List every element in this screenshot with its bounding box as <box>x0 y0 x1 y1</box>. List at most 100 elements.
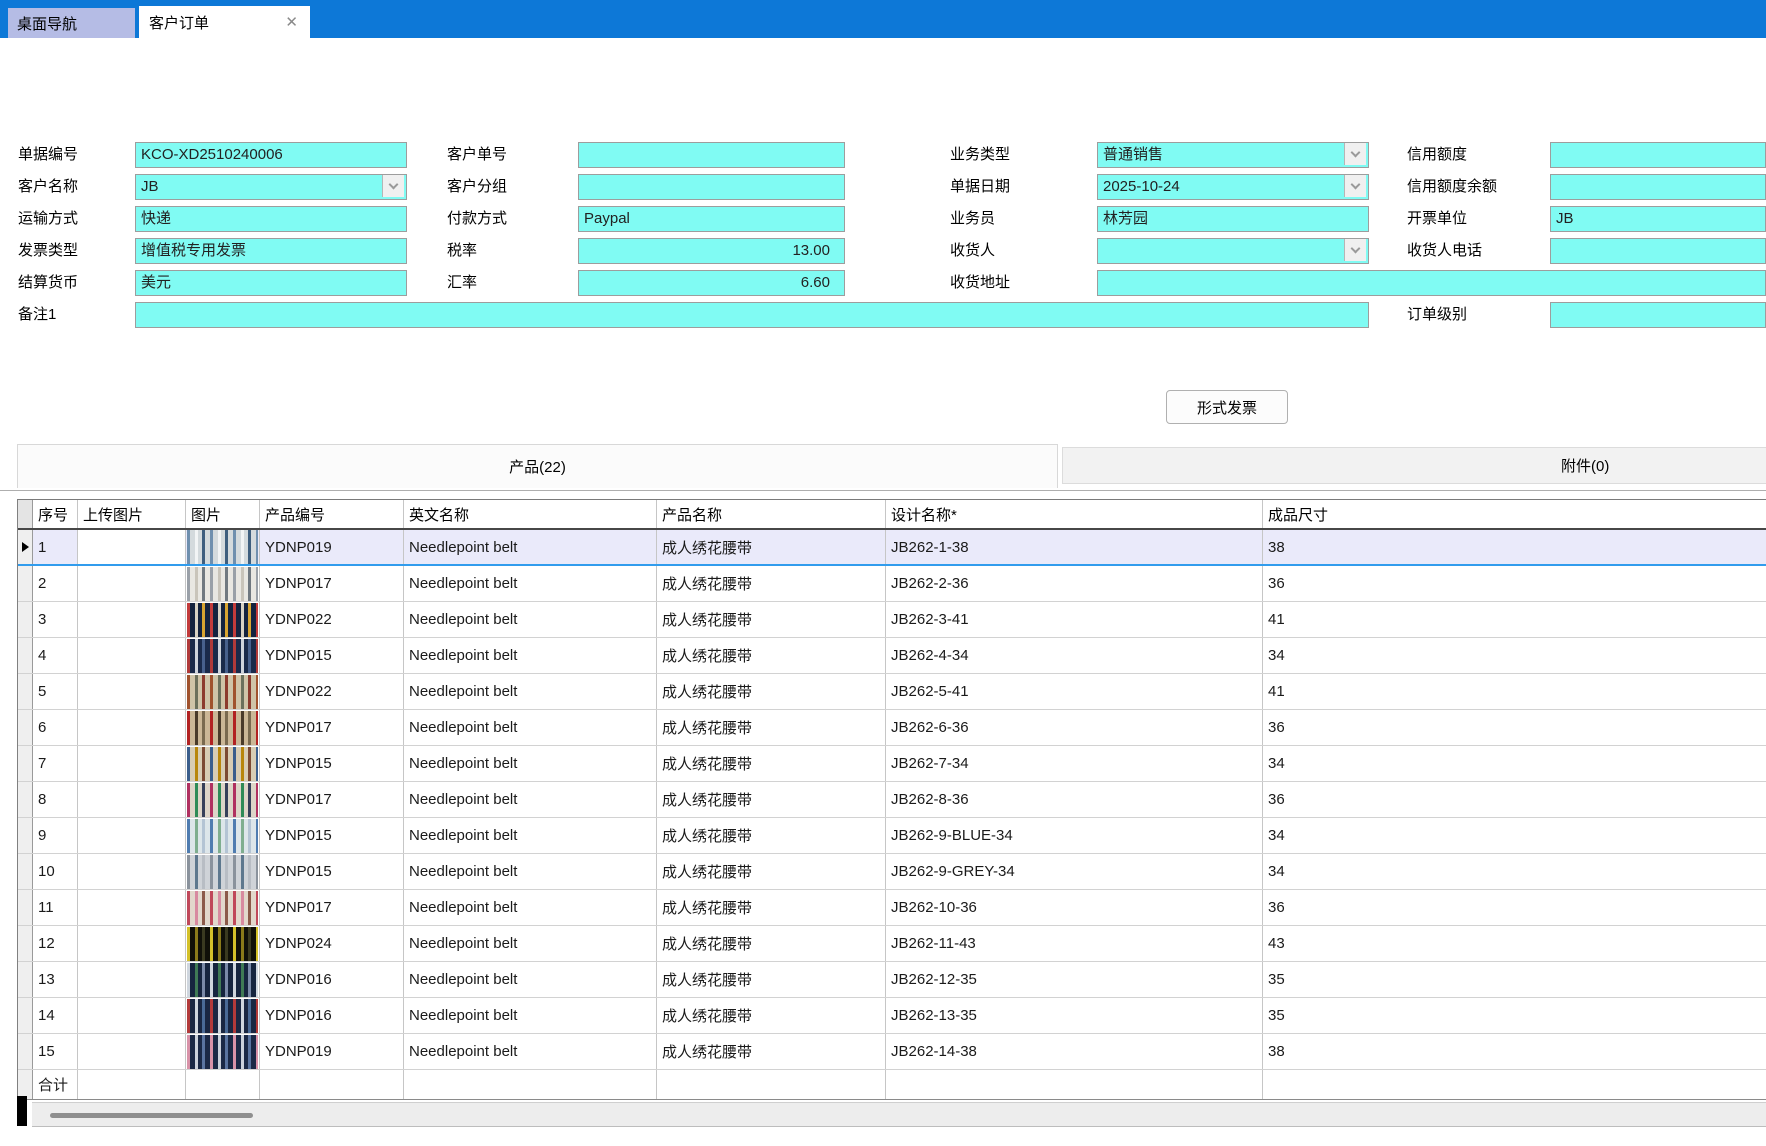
tab-customer-order[interactable]: 客户订单 ✕ <box>139 6 310 38</box>
consignee-combo[interactable] <box>1097 238 1369 264</box>
cell-upload-image[interactable] <box>78 926 186 961</box>
table-row[interactable]: 1YDNP019Needlepoint belt成人绣花腰带JB262-1-38… <box>18 530 1766 566</box>
tab-desktop-nav[interactable]: 桌面导航 <box>8 8 135 38</box>
cell-upload-image[interactable] <box>78 602 186 637</box>
ship-address-field[interactable] <box>1097 270 1766 296</box>
biz-type-combo[interactable]: 普通销售 <box>1097 142 1369 168</box>
cell-upload-image[interactable] <box>78 638 186 673</box>
cell-product-code: YDNP015 <box>260 638 404 673</box>
product-thumbnail[interactable] <box>187 819 258 853</box>
remark1-field[interactable] <box>135 302 1369 328</box>
invoice-unit-field[interactable]: JB <box>1550 206 1766 232</box>
header-upload[interactable]: 上传图片 <box>78 500 186 528</box>
header-size[interactable]: 成品尺寸 <box>1263 500 1766 528</box>
product-thumbnail[interactable] <box>187 855 258 889</box>
cell-english-name: Needlepoint belt <box>404 782 657 817</box>
header-image[interactable]: 图片 <box>186 500 260 528</box>
table-row[interactable]: 11YDNP017Needlepoint belt成人绣花腰带JB262-10-… <box>18 890 1766 926</box>
header-en-name[interactable]: 英文名称 <box>404 500 657 528</box>
tab-products[interactable]: 产品(22) <box>17 444 1058 488</box>
product-thumbnail[interactable] <box>187 603 258 637</box>
close-icon[interactable]: ✕ <box>285 15 298 30</box>
table-row[interactable]: 15YDNP019Needlepoint belt成人绣花腰带JB262-14-… <box>18 1034 1766 1070</box>
pay-method-field[interactable]: Paypal <box>578 206 845 232</box>
cell-upload-image[interactable] <box>78 674 186 709</box>
cell-seq: 3 <box>33 602 78 637</box>
table-row[interactable]: 3YDNP022Needlepoint belt成人绣花腰带JB262-3-41… <box>18 602 1766 638</box>
order-level-field[interactable] <box>1550 302 1766 328</box>
biz-type-dropdown-button[interactable] <box>1344 143 1366 165</box>
cell-upload-image[interactable] <box>78 530 186 564</box>
product-thumbnail[interactable] <box>187 711 258 745</box>
product-thumbnail[interactable] <box>187 963 258 997</box>
table-row[interactable]: 5YDNP022Needlepoint belt成人绣花腰带JB262-5-41… <box>18 674 1766 710</box>
customer-group-field[interactable] <box>578 174 845 200</box>
customer-name-combo[interactable]: JB <box>135 174 407 200</box>
cell-image <box>186 674 260 709</box>
footer-cell <box>886 1070 1263 1099</box>
table-row[interactable]: 14YDNP016Needlepoint belt成人绣花腰带JB262-13-… <box>18 998 1766 1034</box>
tab-attachments[interactable]: 附件(0) <box>1062 447 1766 484</box>
cell-upload-image[interactable] <box>78 998 186 1033</box>
cell-product-code: YDNP017 <box>260 710 404 745</box>
table-row[interactable]: 13YDNP016Needlepoint belt成人绣花腰带JB262-12-… <box>18 962 1766 998</box>
header-seq[interactable]: 序号 <box>33 500 78 528</box>
cell-upload-image[interactable] <box>78 818 186 853</box>
cell-upload-image[interactable] <box>78 566 186 601</box>
proforma-invoice-button[interactable]: 形式发票 <box>1166 390 1288 424</box>
product-thumbnail[interactable] <box>187 927 258 961</box>
row-marker <box>18 998 33 1033</box>
customer-po-field[interactable] <box>578 142 845 168</box>
doc-no-field[interactable]: KCO-XD2510240006 <box>135 142 407 168</box>
cell-upload-image[interactable] <box>78 890 186 925</box>
cell-upload-image[interactable] <box>78 962 186 997</box>
horizontal-scrollbar[interactable] <box>32 1102 1766 1127</box>
header-code[interactable]: 产品编号 <box>260 500 404 528</box>
doc-date-dropdown-button[interactable] <box>1344 175 1366 197</box>
customer-name-dropdown-button[interactable] <box>382 175 404 197</box>
salesman-field[interactable]: 林芳园 <box>1097 206 1369 232</box>
tax-rate-field[interactable]: 13.00 <box>578 238 845 264</box>
cell-design-name: JB262-9-BLUE-34 <box>886 818 1263 853</box>
product-thumbnail[interactable] <box>187 567 258 601</box>
cell-upload-image[interactable] <box>78 746 186 781</box>
consignee-phone-field[interactable] <box>1550 238 1766 264</box>
customer-po-label: 客户单号 <box>447 142 507 168</box>
product-thumbnail[interactable] <box>187 639 258 673</box>
table-row[interactable]: 10YDNP015Needlepoint belt成人绣花腰带JB262-9-G… <box>18 854 1766 890</box>
cell-product-name: 成人绣花腰带 <box>657 962 886 997</box>
window-tab-bar: 桌面导航 客户订单 ✕ <box>0 0 1766 38</box>
currency-field[interactable]: 美元 <box>135 270 407 296</box>
table-row[interactable]: 4YDNP015Needlepoint belt成人绣花腰带JB262-4-34… <box>18 638 1766 674</box>
table-row[interactable]: 6YDNP017Needlepoint belt成人绣花腰带JB262-6-36… <box>18 710 1766 746</box>
cell-upload-image[interactable] <box>78 854 186 889</box>
exchange-rate-field[interactable]: 6.60 <box>578 270 845 296</box>
product-thumbnail[interactable] <box>187 1035 258 1069</box>
product-thumbnail[interactable] <box>187 675 258 709</box>
cell-upload-image[interactable] <box>78 782 186 817</box>
product-thumbnail[interactable] <box>187 530 258 564</box>
scrollbar-thumb[interactable] <box>50 1113 253 1118</box>
table-row[interactable]: 7YDNP015Needlepoint belt成人绣花腰带JB262-7-34… <box>18 746 1766 782</box>
table-row[interactable]: 12YDNP024Needlepoint belt成人绣花腰带JB262-11-… <box>18 926 1766 962</box>
table-row[interactable]: 9YDNP015Needlepoint belt成人绣花腰带JB262-9-BL… <box>18 818 1766 854</box>
invoice-type-field[interactable]: 增值税专用发票 <box>135 238 407 264</box>
header-cn-name[interactable]: 产品名称 <box>657 500 886 528</box>
product-thumbnail[interactable] <box>187 999 258 1033</box>
doc-date-label: 单据日期 <box>950 174 1010 200</box>
cell-upload-image[interactable] <box>78 1034 186 1069</box>
cell-upload-image[interactable] <box>78 710 186 745</box>
header-design[interactable]: 设计名称* <box>886 500 1263 528</box>
credit-balance-field[interactable] <box>1550 174 1766 200</box>
doc-date-combo[interactable]: 2025-10-24 <box>1097 174 1369 200</box>
table-row[interactable]: 2YDNP017Needlepoint belt成人绣花腰带JB262-2-36… <box>18 566 1766 602</box>
product-thumbnail[interactable] <box>187 783 258 817</box>
table-row[interactable]: 8YDNP017Needlepoint belt成人绣花腰带JB262-8-36… <box>18 782 1766 818</box>
credit-limit-field[interactable] <box>1550 142 1766 168</box>
cell-image <box>186 854 260 889</box>
ship-method-field[interactable]: 快递 <box>135 206 407 232</box>
product-thumbnail[interactable] <box>187 891 258 925</box>
row-marker <box>18 782 33 817</box>
product-thumbnail[interactable] <box>187 747 258 781</box>
consignee-dropdown-button[interactable] <box>1344 239 1366 261</box>
